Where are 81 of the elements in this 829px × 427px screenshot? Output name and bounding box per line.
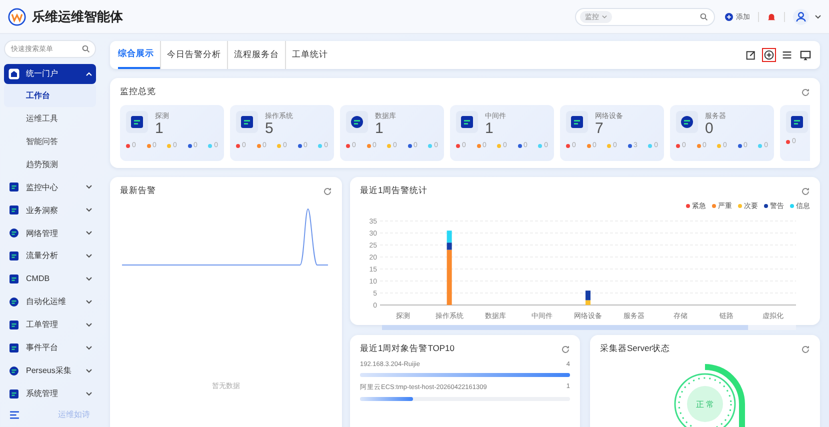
category-count: 0 — [705, 121, 714, 137]
category-icon — [459, 114, 475, 130]
search-icon[interactable] — [700, 12, 708, 20]
menu-item[interactable]: CMDB — [4, 267, 96, 290]
module-icon — [8, 250, 20, 262]
category-count: 7 — [595, 121, 604, 137]
card-title: 最近1周告警统计 — [360, 185, 428, 197]
category-count: 1 — [155, 121, 164, 137]
tab[interactable]: 流程服务台 — [227, 41, 285, 69]
menu-item[interactable]: 自动化运维 — [4, 290, 96, 314]
menu-item[interactable]: 工单管理 — [4, 313, 96, 336]
caret-icon — [602, 14, 607, 18]
chevron-icon — [86, 368, 92, 373]
module-icon — [8, 342, 20, 354]
tab[interactable]: 工单统计 — [285, 41, 334, 69]
category-count: 5 — [265, 121, 274, 137]
module-icon — [8, 227, 20, 240]
module-icon — [8, 388, 20, 400]
add-circle-icon[interactable] — [764, 50, 774, 60]
tab[interactable]: 今日告警分析 — [160, 41, 227, 69]
plus-circle-icon — [725, 12, 733, 20]
module-icon — [8, 272, 20, 285]
card-title: 采集器Server状态 — [600, 343, 670, 355]
chevron-icon — [86, 300, 92, 304]
menu-item[interactable]: 系统管理 — [4, 382, 96, 406]
menu-item[interactable]: 网络管理 — [4, 222, 96, 244]
module-icon — [8, 181, 20, 194]
card-title: 监控总览 — [120, 86, 156, 98]
chevron-icon — [86, 322, 92, 327]
logo-icon — [8, 8, 26, 26]
category-icon — [569, 114, 585, 130]
menu-item[interactable]: 流量分析 — [4, 244, 96, 268]
menu-item[interactable]: 监控中心 — [4, 176, 96, 199]
tab[interactable]: 综合展示 — [118, 41, 160, 69]
module-icon — [8, 204, 20, 216]
chevron-icon — [86, 392, 92, 396]
footer-slogan: 运维如诗 — [58, 409, 90, 420]
search-icon[interactable] — [82, 45, 90, 53]
caret-icon[interactable] — [815, 14, 821, 18]
menu-icon[interactable] — [10, 410, 19, 419]
refresh-icon[interactable] — [323, 186, 332, 196]
menu-item[interactable]: 统一门户 — [4, 64, 96, 84]
menu-item[interactable]: Perseus采集 — [4, 359, 96, 382]
chevron-icon — [86, 346, 92, 350]
category-icon — [129, 114, 145, 130]
submenu-item[interactable]: 运维工具 — [4, 106, 96, 130]
chevron-icon — [86, 231, 92, 236]
category-icon — [679, 114, 695, 130]
submenu-item[interactable]: 趋势预测 — [4, 152, 96, 176]
chevron-icon — [86, 72, 92, 76]
category-count: 1 — [485, 121, 494, 137]
module-icon — [8, 68, 20, 80]
category-count: 1 — [375, 121, 384, 137]
refresh-icon[interactable] — [801, 88, 810, 96]
module-icon — [8, 296, 20, 308]
refresh-icon[interactable] — [561, 344, 570, 354]
chevron-icon — [86, 276, 92, 281]
monitor-icon[interactable] — [800, 50, 810, 60]
chevron-icon — [86, 254, 92, 258]
submenu-item[interactable]: 智能问答 — [4, 130, 96, 153]
chevron-icon — [86, 208, 92, 212]
status-text: 正 常 — [696, 400, 714, 409]
bell-icon[interactable] — [767, 12, 776, 22]
zoom-scrollbar[interactable] — [382, 325, 796, 330]
menu-item[interactable]: 事件平台 — [4, 336, 96, 360]
menu-icon[interactable] — [782, 50, 792, 60]
category-icon — [239, 114, 255, 130]
refresh-icon[interactable] — [801, 344, 810, 354]
module-icon — [8, 364, 20, 377]
submenu-item[interactable]: 工作台 — [4, 84, 96, 107]
refresh-icon[interactable] — [801, 186, 810, 196]
category-icon — [789, 114, 805, 130]
app-title: 乐维运维智能体 — [32, 8, 123, 26]
edit-icon[interactable] — [746, 50, 756, 60]
card-title: 最近1周对象告警TOP10 — [360, 343, 455, 355]
module-icon — [8, 318, 20, 331]
menu-item[interactable]: 业务洞察 — [4, 198, 96, 222]
user-icon[interactable] — [793, 8, 809, 24]
chevron-icon — [86, 185, 92, 190]
category-icon — [349, 114, 365, 130]
card-title: 最新告警 — [120, 185, 156, 197]
